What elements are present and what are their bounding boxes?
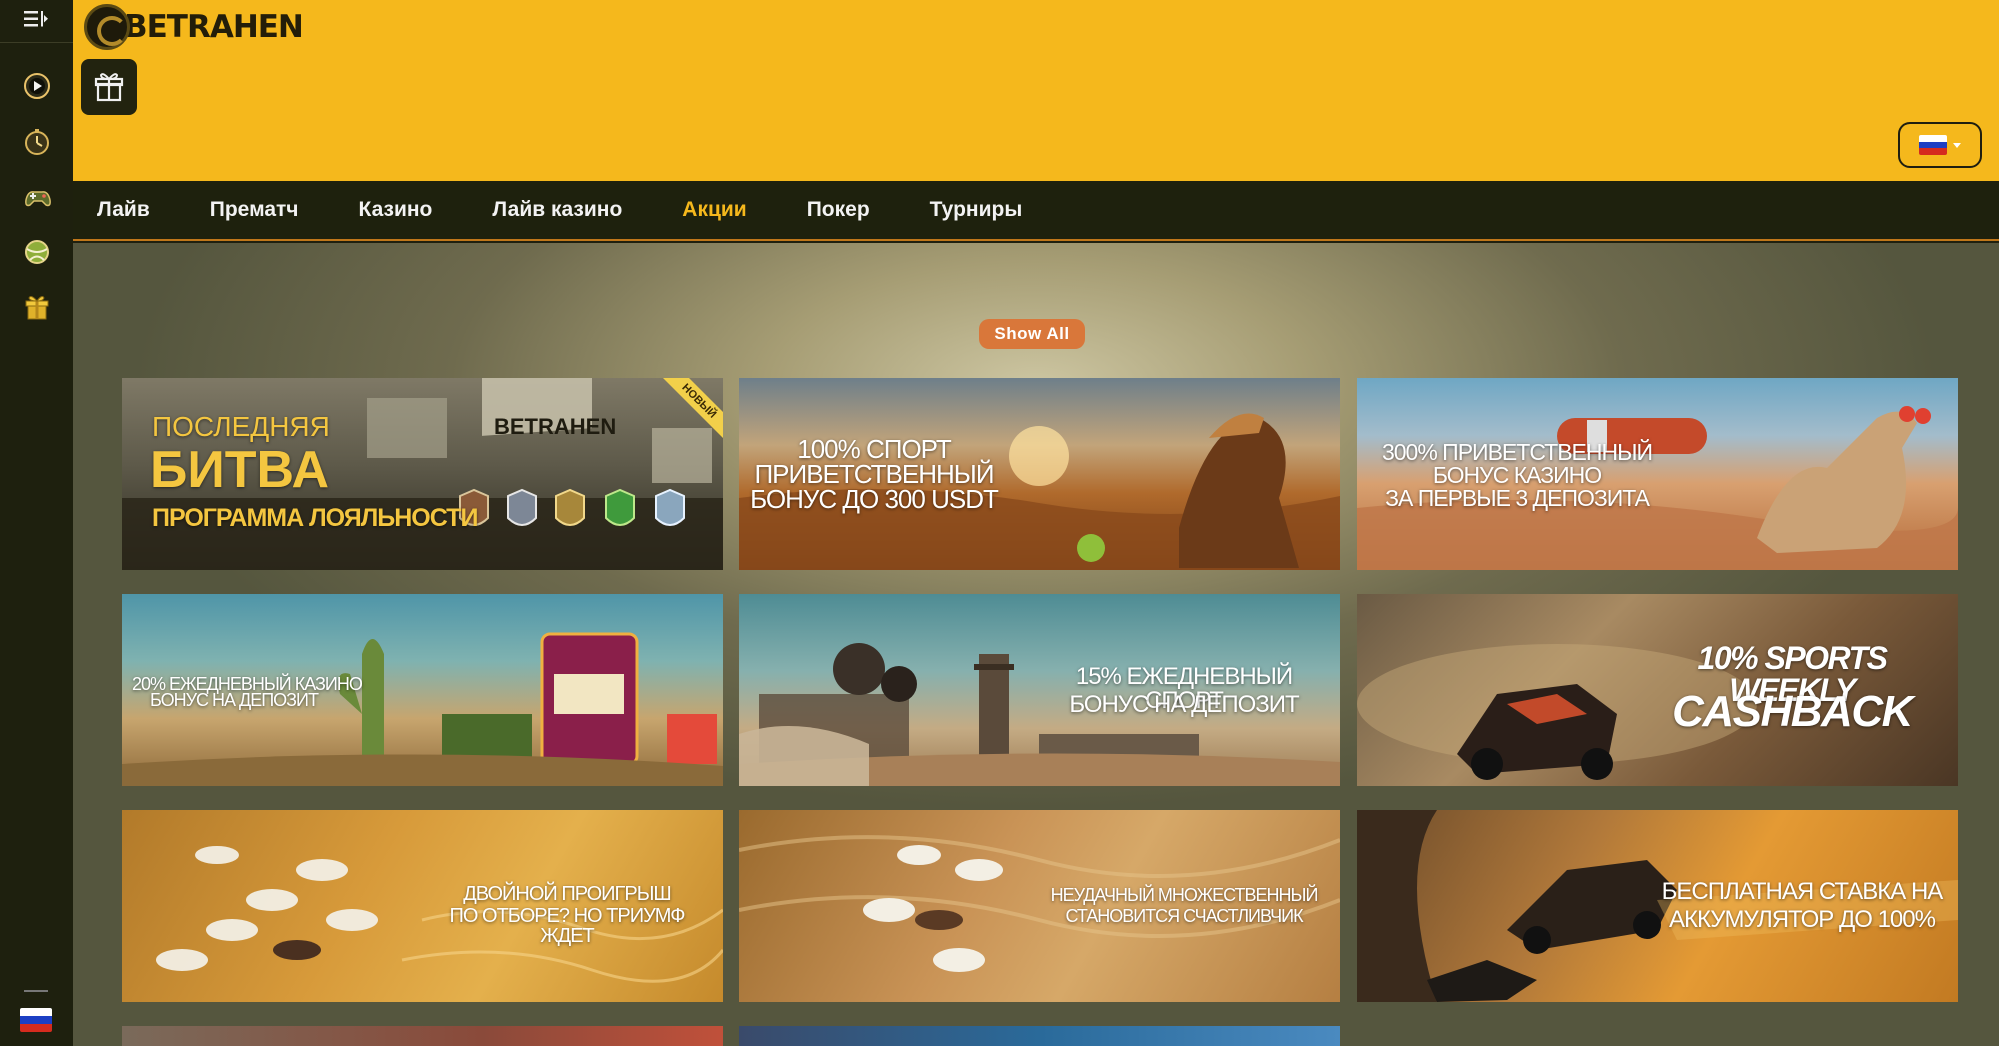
nav-item-live[interactable]: Лайв: [97, 198, 150, 222]
promo-title-line1: ПОСЛЕДНЯЯ: [152, 411, 330, 442]
language-selector[interactable]: [1898, 122, 1982, 168]
chevron-down-icon: [1953, 142, 1961, 148]
promo-card-cashback[interactable]: 10% SPORTS WEEKLY CASHBACK: [1357, 594, 1958, 786]
show-all-button[interactable]: Show All: [979, 319, 1085, 349]
nav-item-poker[interactable]: Покер: [807, 198, 870, 222]
nav-item-promotions[interactable]: Акции: [682, 198, 746, 222]
promo-title-line3: ЗА ПЕРВЫЕ 3 ДЕПОЗИТА: [1385, 485, 1650, 511]
promo-title-line2: БИТВА: [150, 441, 330, 499]
live-play-icon[interactable]: [22, 71, 52, 101]
promo-banner-brand: BETRAHEN: [494, 414, 617, 439]
ru-flag-icon: [1919, 135, 1947, 155]
promo-card-partial[interactable]: [739, 1026, 1340, 1046]
gift-icon: [94, 73, 124, 102]
promo-card-unlucky-multiple[interactable]: НЕУДАЧНЫЙ МНОЖЕСТВЕННЫЙ СТАНОВИТСЯ СЧАСТ…: [739, 810, 1340, 1002]
menu-toggle-icon[interactable]: [22, 8, 50, 30]
left-sidebar: [0, 0, 73, 1046]
logo-coin-icon: [84, 4, 130, 50]
promo-title-line2: БОНУС НА ДЕПОЗИТ: [150, 690, 319, 710]
promo-card-double-loss[interactable]: ДВОЙНОЙ ПРОИГРЫШ ПО ОТБОРЕ? НО ТРИУМФ ЖД…: [122, 810, 723, 1002]
promo-title-line2: СТАНОВИТСЯ СЧАСТЛИВЧИК: [1065, 906, 1303, 926]
nav-item-prematch[interactable]: Прематч: [210, 198, 299, 222]
nav-item-live-casino[interactable]: Лайв казино: [492, 198, 622, 222]
main-nav: Лайв Прематч Казино Лайв казино Акции По…: [73, 181, 1999, 241]
promo-card-casino-daily[interactable]: 20% ЕЖЕДНЕВНЫЙ КАЗИНО БОНУС НА ДЕПОЗИТ: [122, 594, 723, 786]
promo-card-sport-daily[interactable]: 15% ЕЖЕДНЕВНЫЙ СПОРТ БОНУС НА ДЕПОЗИТ: [739, 594, 1340, 786]
promo-title-line2: БОНУС КАЗИНО: [1432, 462, 1602, 488]
promo-title-line2: БОНУС НА ДЕПОЗИТ: [1069, 691, 1299, 718]
brand-logo[interactable]: BETRAHEN: [84, 2, 304, 52]
promo-title-line1: НЕУДАЧНЫЙ МНОЖЕСТВЕННЫЙ: [1050, 885, 1319, 905]
promo-card-loyalty[interactable]: BETRAHEN НОВЫЙ ПОСЛЕДНЯЯ БИТВА ПРОГРАММА…: [122, 378, 723, 570]
sidebar-divider: [0, 42, 73, 43]
gift-button[interactable]: [81, 59, 137, 115]
ru-flag-icon[interactable]: [20, 1008, 52, 1032]
nav-item-casino[interactable]: Казино: [359, 198, 433, 222]
game-controller-icon[interactable]: [22, 182, 52, 212]
logo-text: BETRAHEN: [124, 9, 304, 45]
promo-card-sport-welcome[interactable]: 100% СПОРТ ПРИВЕТСТВЕННЫЙ БОНУС ДО 300 U…: [739, 378, 1340, 570]
promotions-section: Show All BETRAHEN НОВЫЙ ПОСЛЕДНЯЯ БИТВА …: [73, 243, 1999, 1046]
promo-title-line1: 300% ПРИВЕТСТВЕННЫЙ: [1381, 439, 1653, 465]
promo-title-line2: CASHBACK: [1672, 687, 1913, 736]
promo-title-line1: БЕСПЛАТНАЯ СТАВКА НА: [1661, 878, 1944, 905]
promo-title-line3: ПРОГРАММА ЛОЯЛЬНОСТИ: [152, 504, 478, 532]
sidebar-bottom-divider: [24, 990, 48, 992]
promo-title-line3: БОНУС ДО 300 USDT: [750, 484, 999, 514]
promo-card-casino-welcome[interactable]: 300% ПРИВЕТСТВЕННЫЙ БОНУС КАЗИНО ЗА ПЕРВ…: [1357, 378, 1958, 570]
promo-card-partial[interactable]: [122, 1026, 723, 1046]
promo-title-line2: АККУМУЛЯТОР ДО 100%: [1669, 906, 1936, 933]
header: BETRAHEN: [73, 0, 1999, 181]
promo-title-line1: ДВОЙНОЙ ПРОИГРЫШ: [463, 883, 672, 905]
promo-title-line2: ПО ОТБОРЕ? НО ТРИУМФ ЖДЕТ: [449, 905, 686, 947]
stopwatch-icon[interactable]: [22, 127, 52, 157]
promo-card-free-bet[interactable]: БЕСПЛАТНАЯ СТАВКА НА АККУМУЛЯТОР ДО 100%: [1357, 810, 1958, 1002]
sports-ball-icon[interactable]: [22, 237, 52, 267]
gift-icon[interactable]: [22, 292, 52, 322]
nav-item-tournaments[interactable]: Турниры: [930, 198, 1023, 222]
